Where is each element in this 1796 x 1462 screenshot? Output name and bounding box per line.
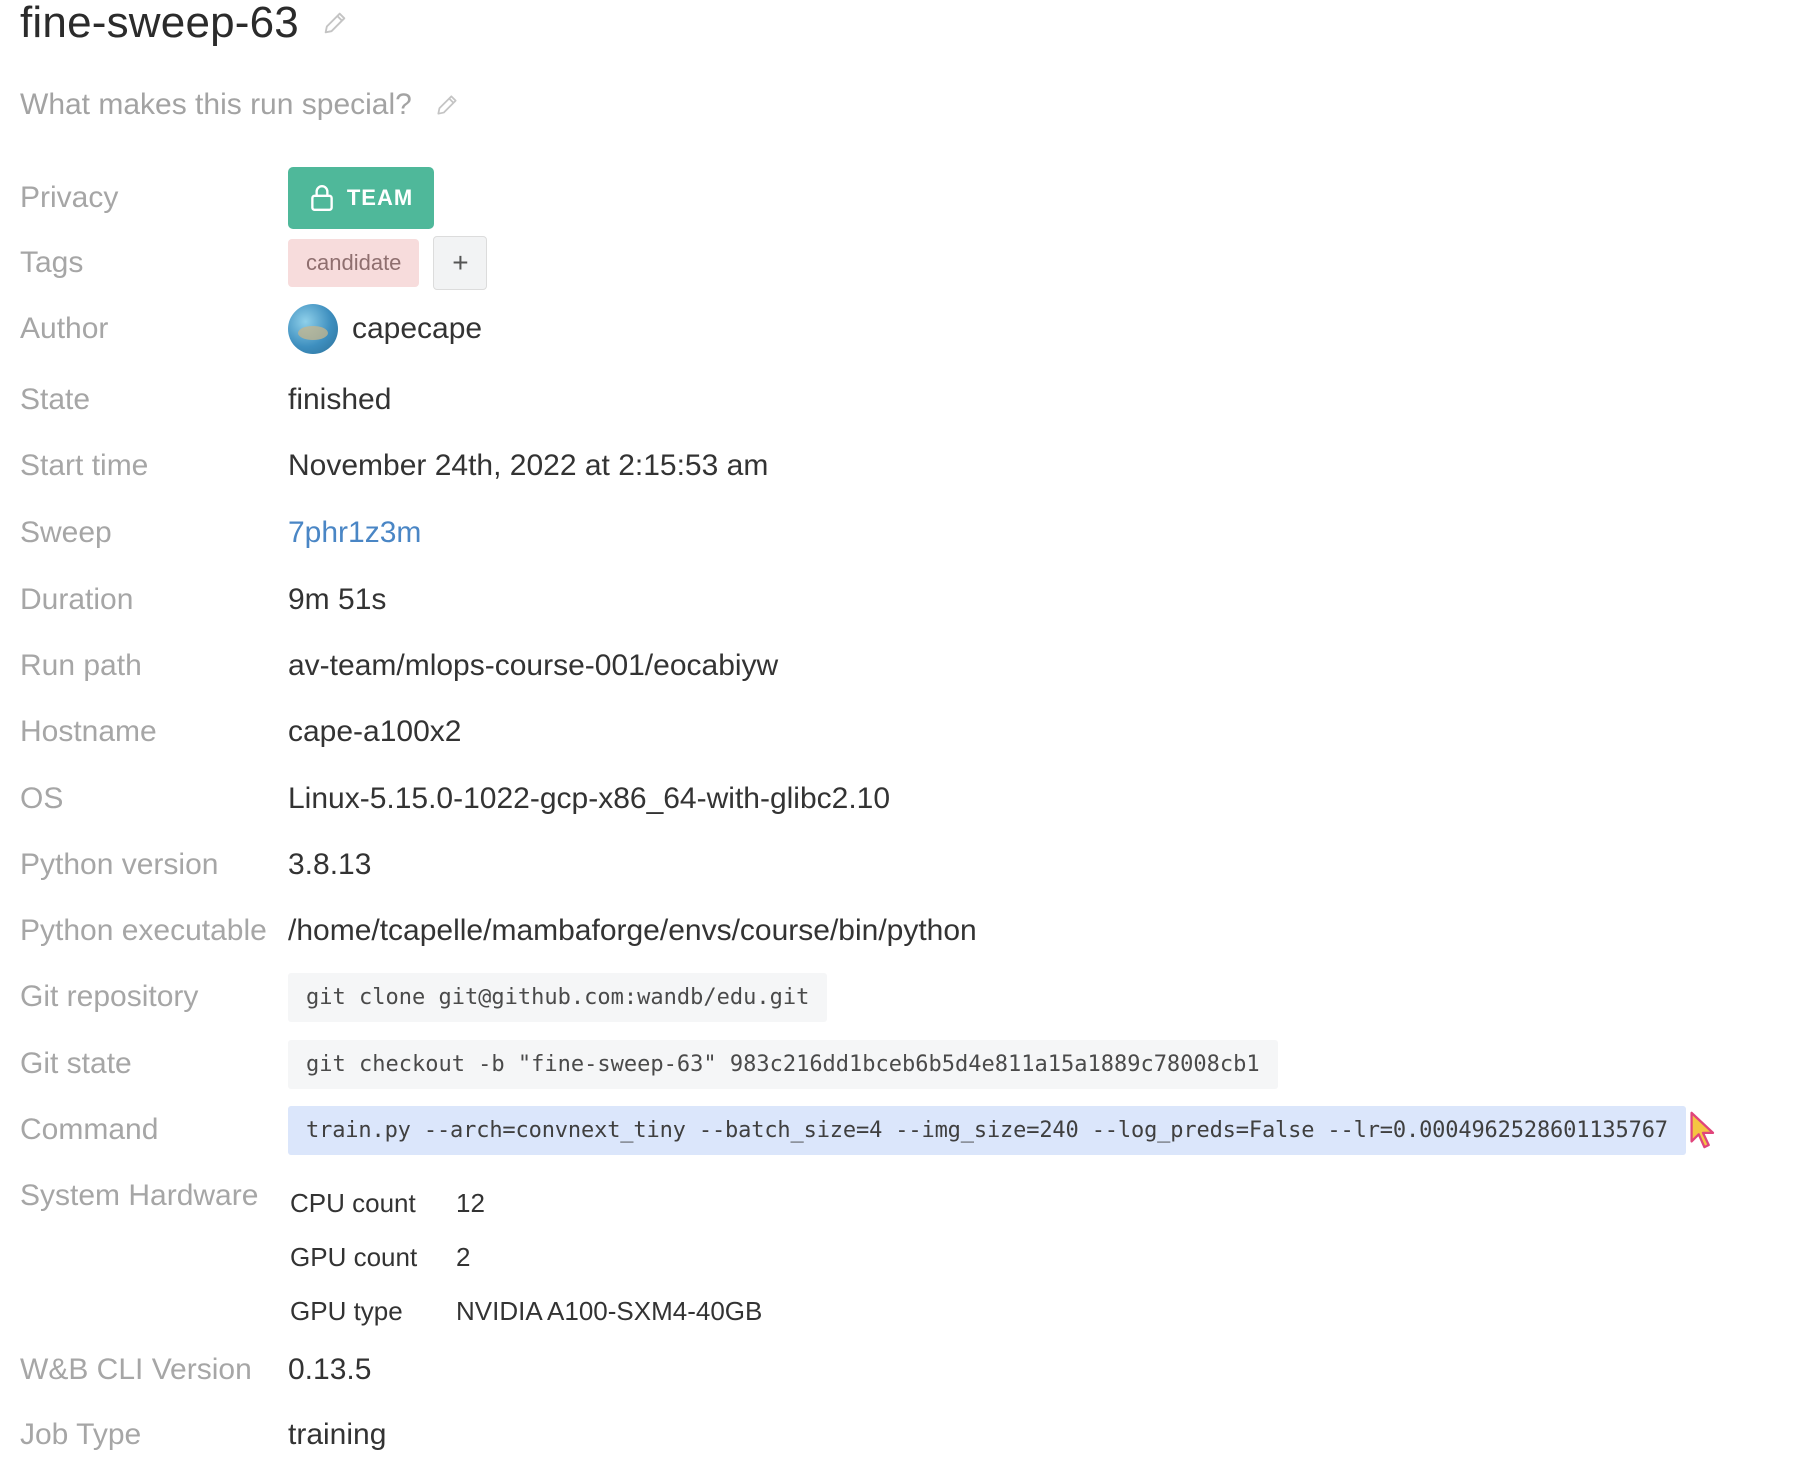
duration-label: Duration	[20, 583, 134, 616]
system-hardware-row: System Hardware	[20, 1168, 1780, 1224]
tags-value: candidate +	[288, 236, 488, 290]
cli-version-row: W&B CLI Version 0.13.5	[20, 1342, 1780, 1398]
python-version-label: Python version	[20, 848, 219, 881]
hostname-row: Hostname cape-a100x2	[20, 704, 1780, 760]
command-value[interactable]: train.py --arch=convnext_tiny --batch_si…	[288, 1105, 1686, 1155]
git-repository-label: Git repository	[20, 980, 199, 1013]
sweep-row: Sweep 7phr1z3m	[20, 505, 1780, 561]
duration-row: Duration 9m 51s	[20, 572, 1780, 628]
tags-label: Tags	[20, 246, 84, 279]
state-value: finished	[288, 383, 392, 416]
hardware-value: NVIDIA A100-SXM4-40GB	[456, 1295, 763, 1326]
tag-candidate[interactable]: candidate	[288, 239, 420, 287]
lock-icon	[311, 185, 333, 211]
python-executable-value: /home/tcapelle/mambaforge/envs/course/bi…	[288, 914, 977, 947]
python-version-row: Python version 3.8.13	[20, 837, 1780, 893]
cli-version-value: 0.13.5	[288, 1353, 372, 1386]
run-title-row: fine-sweep-63	[20, 0, 349, 46]
privacy-row: Privacy TEAM	[20, 165, 1780, 231]
run-path-value: av-team/mlops-course-001/eocabiyw	[288, 649, 779, 682]
job-type-row: Job Type training	[20, 1408, 1780, 1462]
author-value: capecape	[288, 304, 482, 354]
hostname-label: Hostname	[20, 715, 157, 748]
hardware-value: 2	[456, 1241, 471, 1272]
state-label: State	[20, 383, 91, 416]
start-time-value: November 24th, 2022 at 2:15:53 am	[288, 449, 769, 482]
hardware-row-gpu-type: GPU type NVIDIA A100-SXM4-40GB	[290, 1284, 762, 1338]
git-repository-row: Git repository git clone git@github.com:…	[20, 968, 1780, 1026]
hardware-row-gpu-count: GPU count 2	[290, 1230, 762, 1284]
cli-version-label: W&B CLI Version	[20, 1353, 252, 1386]
team-badge-label: TEAM	[346, 185, 414, 210]
state-row: State finished	[20, 372, 1780, 428]
team-privacy-button[interactable]: TEAM	[288, 167, 434, 229]
hardware-key: GPU type	[290, 1295, 403, 1326]
add-tag-button[interactable]: +	[433, 236, 488, 290]
run-title: fine-sweep-63	[20, 0, 299, 47]
run-description-row[interactable]: What makes this run special?	[20, 80, 460, 130]
os-row: OS Linux-5.15.0-1022-gcp-x86_64-with-gli…	[20, 771, 1780, 827]
mouse-cursor-icon	[1690, 1111, 1715, 1149]
hardware-value: 12	[456, 1187, 485, 1218]
git-state-row: Git state git checkout -b "fine-sweep-63…	[20, 1035, 1780, 1093]
hardware-row-cpu: CPU count 12	[290, 1176, 762, 1230]
author-avatar[interactable]	[288, 304, 338, 354]
privacy-label: Privacy	[20, 181, 119, 214]
hostname-value: cape-a100x2	[288, 715, 462, 748]
pencil-icon[interactable]	[321, 9, 349, 37]
job-type-label: Job Type	[20, 1418, 142, 1451]
os-label: OS	[20, 782, 64, 815]
run-path-label: Run path	[20, 649, 142, 682]
hardware-table: CPU count 12 GPU count 2 GPU type NVIDIA…	[290, 1176, 762, 1338]
start-time-label: Start time	[20, 449, 149, 482]
git-state-label: Git state	[20, 1047, 132, 1080]
author-label: Author	[20, 312, 109, 345]
sweep-link[interactable]: 7phr1z3m	[288, 516, 421, 550]
hardware-key: CPU count	[290, 1187, 416, 1218]
git-checkout-command[interactable]: git checkout -b "fine-sweep-63" 983c216d…	[288, 1039, 1278, 1089]
python-executable-label: Python executable	[20, 914, 267, 947]
privacy-value: TEAM	[288, 167, 434, 229]
system-hardware-label: System Hardware	[20, 1179, 259, 1212]
sweep-label: Sweep	[20, 516, 112, 549]
command-row: Command train.py --arch=convnext_tiny --…	[20, 1101, 1780, 1159]
author-row: Author capecape	[20, 301, 1780, 357]
plus-icon: +	[452, 247, 469, 278]
python-executable-row: Python executable /home/tcapelle/mambafo…	[20, 903, 1780, 959]
duration-value: 9m 51s	[288, 583, 387, 616]
python-version-value: 3.8.13	[288, 848, 372, 881]
pencil-icon[interactable]	[434, 92, 460, 118]
tags-row: Tags candidate +	[20, 234, 1780, 292]
os-value: Linux-5.15.0-1022-gcp-x86_64-with-glibc2…	[288, 782, 891, 815]
hardware-key: GPU count	[290, 1241, 418, 1272]
run-description-placeholder[interactable]: What makes this run special?	[20, 88, 412, 122]
run-path-row: Run path av-team/mlops-course-001/eocabi…	[20, 638, 1780, 694]
start-time-row: Start time November 24th, 2022 at 2:15:5…	[20, 438, 1780, 494]
job-type-value: training	[288, 1418, 387, 1451]
git-clone-command[interactable]: git clone git@github.com:wandb/edu.git	[288, 972, 828, 1022]
command-label: Command	[20, 1113, 159, 1146]
author-name[interactable]: capecape	[352, 312, 482, 346]
